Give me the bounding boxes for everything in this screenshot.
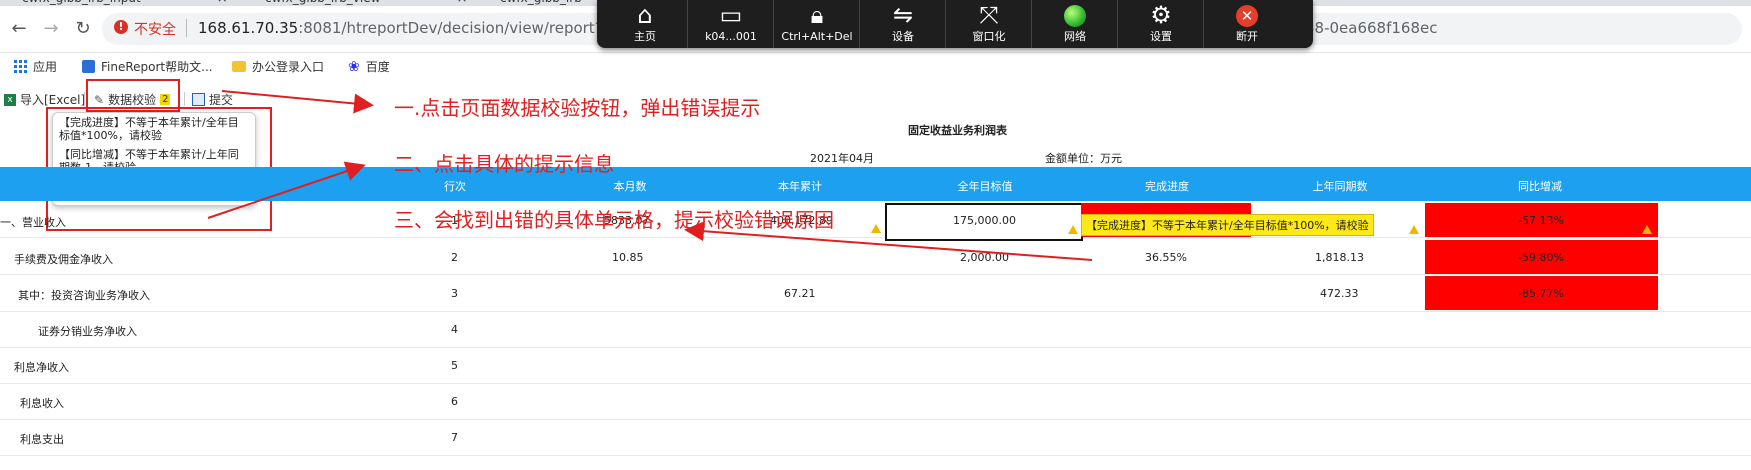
- arrow-step-3: [684, 221, 1093, 261]
- arrow-step-2: [207, 161, 366, 219]
- annotation-arrows: [207, 90, 1093, 261]
- arrow-step-1: [221, 90, 374, 114]
